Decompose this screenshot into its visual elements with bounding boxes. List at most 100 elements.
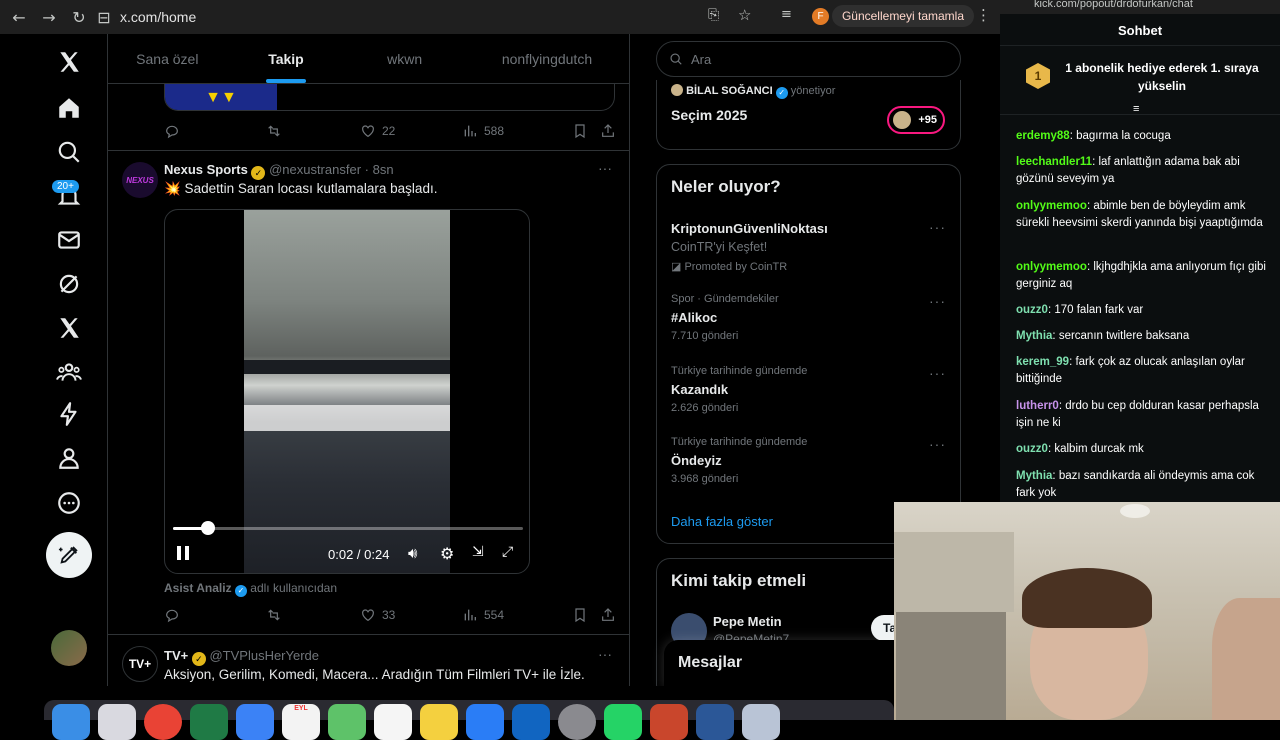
post-button[interactable] [46,532,92,578]
post-avatar[interactable]: NEXUS [122,162,158,198]
chat-username[interactable]: lutherr0 [1016,400,1059,412]
powerpoint-icon[interactable] [650,704,688,740]
launchpad-icon[interactable] [98,704,136,740]
chat-username[interactable]: ouzz0 [1016,443,1048,455]
bookmark-icon[interactable] [572,123,600,139]
rank-badge-icon: 1 [1026,63,1050,89]
show-more-link[interactable]: Daha fazla göster [671,514,773,529]
post-avatar[interactable]: TV+ [122,646,158,682]
like-button[interactable]: 33 [360,607,462,623]
pause-icon[interactable] [177,546,191,562]
verified-orgs-icon[interactable] [47,392,91,436]
trend-item[interactable]: Spor · Gündemdekiler #Alikoc 7.710 gönde… [657,293,960,345]
profile-icon[interactable] [47,436,91,480]
word-icon[interactable] [696,704,734,740]
views-button[interactable]: 554 [462,607,572,623]
trend-item[interactable]: Türkiye tarihinde gündemde Kazandık 2.62… [657,365,960,417]
chat-username[interactable]: onlyymemoo [1016,261,1087,273]
views-button[interactable]: 588 [462,123,572,139]
reply-icon[interactable] [164,123,266,139]
excel-icon[interactable] [190,704,228,740]
x-logo-icon[interactable] [47,40,91,84]
reminders-icon[interactable] [374,704,412,740]
pip-icon[interactable]: ⇲ [472,544,484,560]
tab-following[interactable]: Takip [227,34,346,83]
trend-item[interactable]: Türkiye tarihinde gündemde Öndeyiz 3.968… [657,436,960,488]
tab-for-you[interactable]: Sana özel [108,34,227,83]
author-handle[interactable]: @TVPlusHerYerde [209,648,319,663]
bookmark-star-icon[interactable]: ☆ [738,6,751,24]
video-progress-track[interactable] [173,521,523,535]
fullscreen-icon[interactable]: ⤢ [502,544,513,560]
repost-icon[interactable] [266,123,360,139]
chat-username[interactable]: erdemy88 [1016,130,1070,142]
collapse-chevron-icon[interactable]: ≡ [1133,103,1139,115]
volume-icon[interactable]: 🔊︎ [408,544,417,562]
author-handle[interactable]: @nexustransfer [269,162,361,177]
trend-item[interactable]: KriptonunGüvenliNoktası CoinTR'yi Keşfet… [657,219,960,275]
trend-more-icon[interactable]: ··· [929,219,946,235]
maps-icon[interactable] [328,704,366,740]
account-avatar[interactable] [51,630,87,666]
more-icon[interactable] [47,481,91,525]
trend-more-icon[interactable]: ··· [929,293,946,309]
grok-icon[interactable] [47,262,91,306]
system-settings-icon[interactable] [558,704,596,740]
mail-icon[interactable] [236,704,274,740]
address-bar[interactable]: x.com/home [120,9,196,25]
preview-icon[interactable] [742,704,780,740]
menu-icon[interactable]: ⋮ [976,6,991,24]
notes-icon[interactable] [420,704,458,740]
reply-icon[interactable] [164,607,266,623]
outlook-icon[interactable] [512,704,550,740]
install-app-icon[interactable]: ⎘ [708,7,719,23]
chat-username[interactable]: Mythia [1016,470,1052,482]
communities-icon[interactable] [47,350,91,394]
messages-icon[interactable] [47,218,91,262]
post-more-icon[interactable]: ··· [598,160,612,176]
media-control-icon[interactable]: ≡ [781,7,792,22]
site-info-icon[interactable]: ⊟ [94,2,114,32]
home-icon[interactable] [47,86,91,130]
chat-username[interactable]: kerem_99 [1016,356,1069,368]
follow-name[interactable]: Pepe Metin [713,614,782,629]
bookmark-icon[interactable] [572,607,600,623]
share-icon[interactable] [600,123,616,139]
space-card[interactable]: BİLAL SOĞANCI ✓ yönetiyor Seçim 2025 +95 [656,80,961,150]
chat-username[interactable]: onlyymemoo [1016,200,1087,212]
finder-icon[interactable] [52,704,90,740]
whatsapp-icon[interactable] [604,704,642,740]
video-scrubber-handle[interactable] [201,521,215,535]
previous-post-media[interactable]: ▼▼ [164,84,615,111]
update-button[interactable]: Güncellemeyi tamamla [831,5,974,27]
reload-icon[interactable]: ↻ [64,2,94,32]
xcode-icon[interactable] [466,704,504,740]
listener-pill[interactable]: +95 [887,106,945,134]
back-icon[interactable]: ← [4,2,34,32]
chat-username[interactable]: leechandler11 [1016,156,1092,168]
chat-username[interactable]: ouzz0 [1016,304,1048,316]
trend-more-icon[interactable]: ··· [929,436,946,452]
post-more-icon[interactable]: ··· [598,646,612,662]
chat-username[interactable]: Mythia [1016,330,1052,342]
repost-icon[interactable] [266,607,360,623]
forward-icon[interactable]: → [34,2,64,32]
author-name[interactable]: Nexus Sports [164,162,248,177]
settings-gear-icon[interactable]: ⚙ [440,544,454,563]
share-icon[interactable] [600,607,616,623]
pinned-banner[interactable]: 1 1 abonelik hediye ederek 1. sıraya yük… [1000,47,1280,115]
search-input[interactable]: Ara [656,41,961,77]
post-time[interactable]: · 8sn [365,162,394,177]
premium-x-icon[interactable] [47,306,91,350]
author-name[interactable]: TV+ [164,648,188,663]
like-button[interactable]: 22 [360,123,462,139]
attribution-name[interactable]: Asist Analiz [164,581,232,595]
trend-more-icon[interactable]: ··· [929,365,946,381]
video-player[interactable]: 0:02 / 0:24 🔊︎ ⚙ ⇲ ⤢ [164,209,530,574]
tab-list-nonflyingdutch[interactable]: nonflyingdutch [464,34,629,83]
profile-avatar[interactable]: F [812,8,829,25]
search-icon[interactable] [47,130,91,174]
calendar-icon[interactable]: EYL [282,704,320,740]
chrome-icon[interactable] [144,704,182,740]
tab-list-wkwn[interactable]: wkwn [345,34,464,83]
